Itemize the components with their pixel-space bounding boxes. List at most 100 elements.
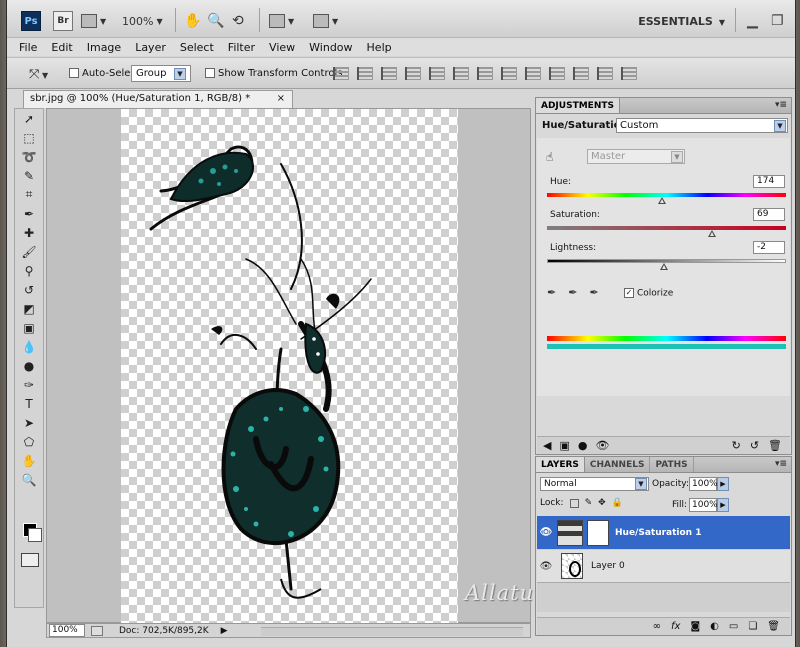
add-mask-icon[interactable]: ◙	[690, 621, 700, 632]
eyedropper-icon[interactable]: ✒	[547, 286, 556, 299]
panel-menu-icon[interactable]: ▾≡	[775, 100, 787, 110]
menu-edit[interactable]: Edit	[51, 41, 72, 54]
menu-image[interactable]: Image	[87, 41, 121, 54]
bridge-button[interactable]: Br	[53, 11, 73, 31]
menu-window[interactable]: Window	[309, 41, 352, 54]
eye-icon[interactable]: 👁	[537, 527, 555, 538]
align-left-icon[interactable]	[405, 67, 421, 80]
menu-select[interactable]: Select	[180, 41, 214, 54]
tab-paths[interactable]: PATHS	[650, 457, 694, 472]
menu-file[interactable]: File	[19, 41, 37, 54]
saturation-slider-track[interactable]	[547, 226, 786, 230]
saturation-input[interactable]: 69	[753, 208, 785, 221]
trash-icon[interactable]: 🗑	[767, 621, 780, 632]
visibility-icon[interactable]: 👁	[595, 439, 609, 452]
rotate-view-button[interactable]: ⟲	[232, 11, 244, 31]
targeted-adjustment-icon[interactable]: ☝	[546, 150, 553, 164]
eye-icon[interactable]: 👁	[537, 561, 555, 572]
dodge-tool-icon[interactable]: ●	[15, 356, 43, 375]
screen-mode-button[interactable]: ▼	[81, 11, 106, 31]
trash-icon[interactable]: 🗑	[768, 439, 782, 452]
auto-select-dropdown[interactable]: Group ▼	[131, 65, 191, 82]
status-arrow-icon[interactable]: ▶	[221, 626, 228, 636]
clip-layer-icon[interactable]: ●	[578, 439, 588, 452]
align-top-icon[interactable]	[333, 67, 349, 80]
healing-brush-tool-icon[interactable]: ✚	[15, 223, 43, 242]
expanded-view-icon[interactable]: ▣	[559, 439, 569, 452]
auto-align-icon[interactable]	[621, 67, 637, 80]
status-menu-icon[interactable]	[91, 625, 103, 636]
layer-row-hue-saturation[interactable]: 👁 Hue/Saturation 1	[537, 516, 790, 549]
align-hcenter-icon[interactable]	[429, 67, 445, 80]
reset-icon[interactable]: ↺	[750, 439, 759, 452]
brush-tool-icon[interactable]: 🖌	[15, 242, 43, 261]
quick-selection-tool-icon[interactable]: ✎	[15, 166, 43, 185]
layer-style-icon[interactable]: fx	[671, 621, 680, 632]
opacity-slider-button[interactable]: ▶	[717, 477, 729, 491]
shape-tool-icon[interactable]: ⬠	[15, 432, 43, 451]
link-layers-icon[interactable]: ∞	[653, 621, 661, 632]
crop-tool-icon[interactable]: ⌗	[15, 185, 43, 204]
eraser-tool-icon[interactable]: ◩	[15, 299, 43, 318]
zoom-tool-icon[interactable]: 🔍	[15, 470, 43, 489]
preset-dropdown[interactable]: Custom ▼	[616, 118, 788, 133]
fill-slider-button[interactable]: ▶	[717, 498, 729, 512]
lasso-tool-icon[interactable]: ➰	[15, 147, 43, 166]
hue-input[interactable]: 174	[753, 175, 785, 188]
lock-all-icon[interactable]: 🔒	[612, 498, 623, 508]
document-canvas[interactable]	[121, 109, 458, 623]
menu-view[interactable]: View	[269, 41, 295, 54]
status-zoom-field[interactable]: 100%	[49, 624, 85, 637]
distribute-vcenter-icon[interactable]	[501, 67, 517, 80]
distribute-left-icon[interactable]	[549, 67, 565, 80]
menu-filter[interactable]: Filter	[228, 41, 255, 54]
saturation-slider-thumb[interactable]	[707, 230, 716, 237]
new-adjustment-icon[interactable]: ◐	[710, 621, 719, 632]
previous-state-icon[interactable]: ↻	[732, 439, 741, 452]
lightness-input[interactable]: -2	[753, 241, 785, 254]
workspace-switcher[interactable]: ESSENTIALS ▼	[638, 15, 725, 28]
eyedropper-minus-icon[interactable]: ✒	[589, 286, 598, 299]
marquee-tool-icon[interactable]: ⬚	[15, 128, 43, 147]
distribute-hcenter-icon[interactable]	[573, 67, 589, 80]
zoom-tool-button[interactable]: 🔍	[207, 11, 224, 31]
document-tab[interactable]: sbr.jpg @ 100% (Hue/Saturation 1, RGB/8)…	[23, 90, 293, 108]
blend-mode-dropdown[interactable]: Normal ▼	[540, 477, 649, 491]
pen-tool-icon[interactable]: ✑	[15, 375, 43, 394]
lock-position-icon[interactable]: ✥	[598, 498, 606, 508]
history-brush-tool-icon[interactable]: ↺	[15, 280, 43, 299]
tab-adjustments[interactable]: ADJUSTMENTS	[536, 98, 620, 113]
new-group-icon[interactable]: ▭	[729, 621, 738, 632]
distribute-top-icon[interactable]	[477, 67, 493, 80]
quick-mask-icon[interactable]	[21, 553, 39, 567]
layer-row-layer-0[interactable]: 👁 Layer 0	[537, 550, 790, 583]
canvas-area[interactable]: Allaturkaa/GnL	[46, 108, 640, 623]
blur-tool-icon[interactable]: 💧	[15, 337, 43, 356]
hand-tool-icon[interactable]: ✋	[15, 451, 43, 470]
hand-tool-button[interactable]: ✋	[184, 11, 201, 31]
move-tool-icon[interactable]: ➚	[15, 109, 43, 128]
restore-button[interactable]: ❐	[771, 13, 784, 29]
lock-pixels-icon[interactable]: ✎	[585, 498, 593, 508]
path-selection-tool-icon[interactable]: ➤	[15, 413, 43, 432]
hue-slider-track[interactable]	[547, 193, 786, 197]
zoom-level-button[interactable]: 100% ▼	[122, 11, 163, 31]
menu-help[interactable]: Help	[367, 41, 392, 54]
new-layer-icon[interactable]: ❏	[748, 621, 757, 632]
opacity-input[interactable]: 100%	[689, 477, 718, 491]
return-arrow-icon[interactable]: ◀	[543, 439, 551, 452]
lightness-slider-thumb[interactable]	[660, 263, 669, 270]
minimize-button[interactable]: ▁	[747, 13, 758, 29]
fill-input[interactable]: 100%	[689, 498, 718, 512]
screen-view-button[interactable]: ▼	[313, 11, 338, 31]
channel-dropdown[interactable]: Master ▼	[587, 149, 685, 164]
arrange-documents-button[interactable]: ▼	[269, 11, 294, 31]
horizontal-scrollbar[interactable]	[261, 627, 523, 636]
colorize-checkbox[interactable]: ✓ Colorize	[624, 288, 673, 299]
eyedropper-tool-icon[interactable]: ✒	[15, 204, 43, 223]
menu-layer[interactable]: Layer	[135, 41, 166, 54]
eyedropper-plus-icon[interactable]: ✒	[568, 286, 577, 299]
gradient-tool-icon[interactable]: ▣	[15, 318, 43, 337]
panel-menu-icon[interactable]: ▾≡	[775, 459, 787, 469]
tab-layers[interactable]: LAYERS	[536, 457, 585, 472]
